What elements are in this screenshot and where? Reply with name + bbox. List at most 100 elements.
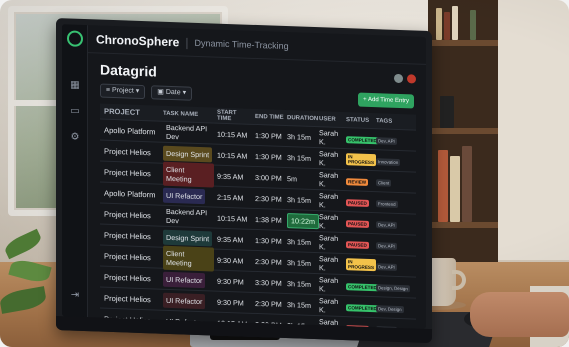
column-header[interactable]: END TIME [252,113,284,120]
tags-cell: Dev, Design [374,303,416,313]
start-time-cell: 9:35 AM [214,234,252,244]
table-body: Apollo Platform Backend API Dev 10:15 AM 1:… [100,119,416,329]
add-time-entry-button[interactable]: + Add Time Entry [358,92,414,109]
task-cell: Client Meeting [160,245,214,272]
end-time-cell-text: 2:30 PM [255,298,282,309]
end-time-cell-text: 1:30 PM [255,151,282,162]
user-cell-text: Sarah K. [319,191,339,210]
column-header[interactable]: PROJECT [100,107,160,118]
status-badge: IN PROGRESS [346,153,377,167]
project-cell: Project Helios [100,167,160,178]
start-time-cell-text: 9:35 AM [217,234,244,245]
start-time-cell-text: 9:35 AM [217,171,244,182]
task-cell: UI Refactor [160,271,214,288]
logout-icon[interactable]: ⇥ [68,288,82,302]
end-time-cell-text: 2:30 PM [255,256,282,267]
start-time-cell-text: 2:15 AM [217,192,244,203]
date-filter[interactable]: ▣ Date ▾ [151,85,193,101]
start-time-cell-text: 9:30 AM [217,255,244,266]
status-cell: IN PROGRESS [344,153,377,167]
end-time-cell-text: 3:00 PM [255,172,282,183]
start-time-cell-text: 10:15 AM [217,150,248,161]
column-header[interactable]: TASK NAME [160,110,214,118]
end-time-cell: 3:00 PM [252,172,284,182]
task-label: Design Sprint [163,145,213,162]
start-time-cell-text: 10:15 AM [217,213,248,224]
live-timer: 10:22m [287,212,319,229]
start-time-cell: 2:15 AM [214,192,252,202]
nav-rail: ▦ ▭ ⚙ ⇥ [62,24,88,318]
project-cell-text: Project Helios [104,293,151,304]
task-label: Backend API Dev [166,122,208,142]
user-cell-text: Sarah K. [319,149,339,168]
divider: | [185,35,189,50]
filter-bar: ≡ Project ▾ ▣ Date ▾ [100,83,193,101]
task-cell: Backend API Dev [160,204,214,230]
duration-cell: 3h 15m [284,236,316,247]
end-time-cell: 1:38 PM [252,214,284,224]
task-cell: Backend API Dev [160,120,214,146]
status-cell: IN PROGRESS [344,258,377,272]
user-cell: Sarah K. [316,233,344,252]
project-cell-text: Apollo Platform [104,188,156,199]
user-cell-text: Sarah K. [319,296,339,315]
status-cell: REVIEW [344,176,374,186]
tag-badge: Client [376,178,392,187]
tag-badge: Innovation [376,157,401,166]
avatar[interactable] [394,73,403,84]
duration-cell: 3h 15m [284,152,316,163]
tags-cell: Client [374,177,416,187]
status-badge: PAUSED [346,240,369,249]
status-badge: IN PROGRESS [346,258,377,272]
project-filter[interactable]: ≡ Project ▾ [100,83,146,100]
duration-cell: 3h 15m [284,278,316,289]
start-time-cell: 9:30 AM [214,255,252,265]
status-cell: COMPLETED [344,302,379,312]
project-cell: Apollo Platform [100,125,160,136]
start-time-cell: 10:15 AM [214,213,252,223]
duration-cell-text: 3h 15m [287,299,311,310]
column-header[interactable]: START TIME [214,109,252,122]
monitor: ▦ ▭ ⚙ ⇥ ChronoSphere | Dynamic Time-Trac… [56,18,432,344]
tags-cell: Dev, API [374,135,416,145]
tag-badge: Frontend [376,199,398,208]
date-filter-label: Date [165,88,181,97]
end-time-cell-text: 3:30 PM [255,277,282,288]
project-cell: Project Helios [100,146,160,157]
user-cell-text: Sarah K. [319,233,339,252]
start-time-cell-text: 9:30 PM [217,297,244,308]
tags-cell: Innovation [374,156,416,166]
tag-badge: Dev, API [376,136,397,145]
status-cell: PAUSED [344,218,374,228]
photo-scene: ● ▦ ▭ ⚙ ⇥ ChronoSphere | Dynamic Time-Tr… [0,0,569,347]
tag-badge: Dev, API [376,220,397,229]
status-cell: COMPLETED [344,281,379,291]
column-header[interactable]: DURATION [284,114,318,122]
project-cell: Project Helios [100,272,160,283]
end-time-cell: 2:30 PM [252,298,284,308]
settings-icon[interactable]: ⚙ [68,130,82,144]
column-header[interactable]: USER [316,116,344,123]
task-label: Backend API Dev [166,206,208,226]
app-screen: ▦ ▭ ⚙ ⇥ ChronoSphere | Dynamic Time-Trac… [62,24,426,329]
tag-badge: Design, Design [376,283,410,292]
user-cell: Sarah K. [316,191,344,210]
column-header[interactable]: STATUS [344,117,374,124]
avatar[interactable] [407,74,416,84]
task-cell: UI Refactor [160,292,214,309]
start-time-cell-text: 9:30 PM [217,276,244,287]
duration-cell: 3h 15m [284,131,316,142]
start-time-cell-text: 10:15 AM [217,129,248,140]
column-header[interactable]: TAGS [374,118,416,125]
end-time-cell: 1:30 PM [252,130,284,140]
project-cell-text: Project Helios [104,251,151,262]
project-cell-text: Apollo Platform [104,125,156,136]
project-cell-text: Project Helios [104,146,151,157]
task-cell: Design Sprint [160,145,214,162]
folder-icon[interactable]: ▭ [68,104,82,118]
grid-icon[interactable]: ▦ [68,78,82,92]
task-label: Design Sprint [163,229,213,246]
hand [470,292,569,337]
project-cell: Project Helios [100,251,160,262]
tags-cell: Design, Design [374,282,416,292]
